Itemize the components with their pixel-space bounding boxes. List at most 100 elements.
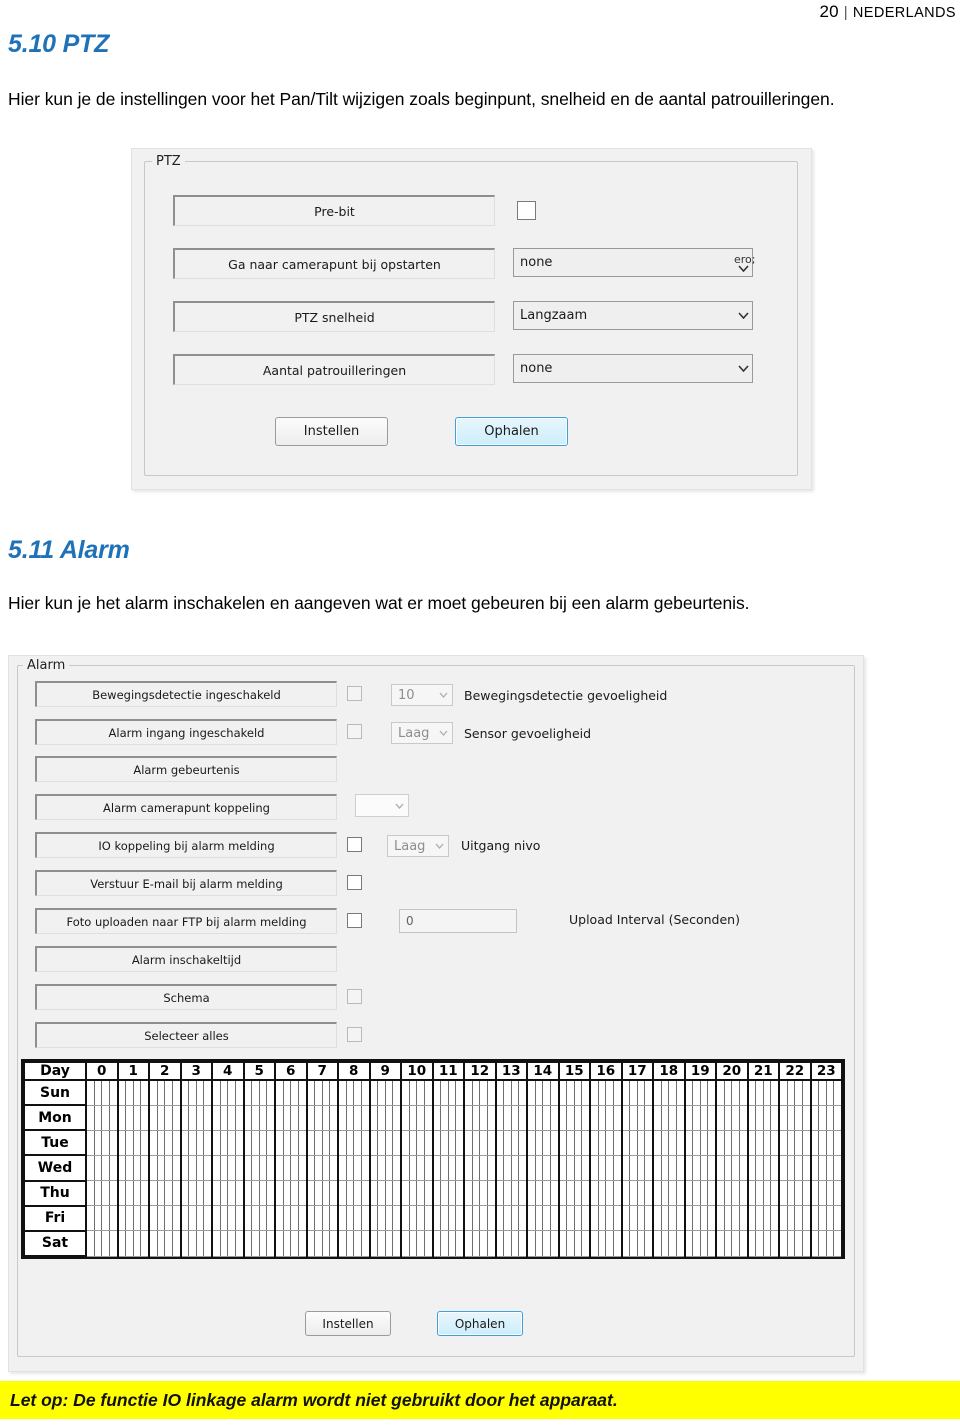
schedule-quarter-cell[interactable] [551, 1181, 558, 1205]
alarm-checkbox-ftp-upload[interactable] [347, 913, 362, 928]
schedule-quarter-cell[interactable] [330, 1081, 337, 1105]
schedule-hour-cell[interactable] [242, 1104, 276, 1131]
schedule-quarter-cell[interactable] [150, 1231, 158, 1256]
schedule-quarter-cell[interactable] [236, 1206, 243, 1230]
schedule-quarter-cell[interactable] [284, 1105, 292, 1130]
schedule-quarter-cell[interactable] [165, 1081, 173, 1105]
schedule-quarter-cell[interactable] [204, 1206, 211, 1230]
schedule-quarter-cell[interactable] [504, 1155, 512, 1181]
schedule-quarter-cell[interactable] [197, 1105, 205, 1130]
schedule-quarter-cell[interactable] [662, 1081, 670, 1105]
schedule-hour-cell[interactable] [305, 1205, 339, 1232]
schedule-quarter-cell[interactable] [654, 1206, 662, 1231]
schedule-hour-cell[interactable] [746, 1079, 780, 1106]
schedule-quarter-cell[interactable] [417, 1155, 425, 1181]
schedule-quarter-cell[interactable] [173, 1206, 180, 1230]
schedule-quarter-cell[interactable] [638, 1105, 646, 1130]
schedule-quarter-cell[interactable] [717, 1105, 725, 1130]
schedule-hour-cell[interactable] [85, 1129, 119, 1156]
schedule-quarter-cell[interactable] [519, 1231, 526, 1255]
schedule-hour-cell[interactable] [179, 1079, 213, 1106]
schedule-hour-cell[interactable] [431, 1079, 465, 1106]
schedule-hour-cell[interactable] [274, 1104, 308, 1131]
schedule-quarter-cell[interactable] [236, 1081, 243, 1105]
schedule-hour-cell[interactable] [463, 1079, 497, 1106]
schedule-quarter-cell[interactable] [803, 1206, 810, 1230]
schedule-quarter-cell[interactable] [591, 1105, 599, 1130]
schedule-quarter-cell[interactable] [771, 1156, 778, 1180]
schedule-hour-cell[interactable] [809, 1180, 843, 1207]
schedule-hour-cell[interactable] [85, 1205, 119, 1232]
schedule-hour-cell[interactable] [179, 1154, 213, 1182]
schedule-hour-cell[interactable] [494, 1205, 528, 1232]
schedule-quarter-cell[interactable] [614, 1231, 621, 1255]
alarm-label-alarm-event[interactable]: Alarm gebeurtenis [35, 756, 337, 782]
schedule-quarter-cell[interactable] [221, 1130, 229, 1155]
schedule-quarter-cell[interactable] [582, 1206, 589, 1230]
schedule-hour-cell[interactable] [431, 1154, 465, 1182]
schedule-quarter-cell[interactable] [110, 1206, 117, 1230]
schedule-quarter-cell[interactable] [788, 1181, 796, 1206]
schedule-quarter-cell[interactable] [465, 1105, 473, 1130]
schedule-quarter-cell[interactable] [260, 1130, 268, 1155]
schedule-quarter-cell[interactable] [330, 1156, 337, 1180]
schedule-table[interactable]: Day 0 1 2 3 4 5 6 7 8 9 10 11 12 13 14 15 16 17 18 19 20 21 22… [23, 1061, 843, 1258]
schedule-quarter-cell[interactable] [371, 1130, 379, 1155]
schedule-quarter-cell[interactable] [512, 1081, 520, 1105]
schedule-quarter-cell[interactable] [567, 1231, 575, 1256]
schedule-quarter-cell[interactable] [158, 1130, 166, 1155]
schedule-quarter-cell[interactable] [339, 1206, 347, 1231]
schedule-quarter-cell[interactable] [456, 1206, 463, 1230]
schedule-quarter-cell[interactable] [119, 1206, 127, 1231]
schedule-hour-cell[interactable] [148, 1154, 182, 1182]
schedule-day-row[interactable]: Tue [23, 1129, 843, 1157]
schedule-quarter-cell[interactable] [308, 1155, 316, 1181]
schedule-hour-cell[interactable] [305, 1180, 339, 1207]
schedule-quarter-cell[interactable] [221, 1081, 229, 1105]
schedule-quarter-cell[interactable] [567, 1155, 575, 1181]
schedule-quarter-cell[interactable] [819, 1155, 827, 1181]
schedule-quarter-cell[interactable] [252, 1105, 260, 1130]
schedule-quarter-cell[interactable] [725, 1081, 733, 1105]
schedule-quarter-cell[interactable] [582, 1156, 589, 1180]
schedule-quarter-cell[interactable] [528, 1231, 536, 1256]
schedule-quarter-cell[interactable] [95, 1206, 103, 1231]
schedule-quarter-cell[interactable] [158, 1155, 166, 1181]
schedule-quarter-cell[interactable] [488, 1206, 495, 1230]
schedule-quarter-cell[interactable] [434, 1081, 442, 1105]
schedule-quarter-cell[interactable] [795, 1181, 803, 1206]
schedule-quarter-cell[interactable] [717, 1155, 725, 1181]
schedule-quarter-cell[interactable] [410, 1130, 418, 1155]
schedule-hour-cell[interactable] [589, 1154, 623, 1182]
schedule-quarter-cell[interactable] [315, 1181, 323, 1206]
schedule-quarter-cell[interactable] [669, 1081, 677, 1105]
schedule-quarter-cell[interactable] [488, 1131, 495, 1155]
schedule-quarter-cell[interactable] [291, 1155, 299, 1181]
schedule-quarter-cell[interactable] [347, 1231, 355, 1256]
schedule-hour-cell[interactable] [211, 1205, 245, 1232]
schedule-quarter-cell[interactable] [134, 1206, 142, 1231]
schedule-quarter-cell[interactable] [441, 1181, 449, 1206]
schedule-quarter-cell[interactable] [197, 1130, 205, 1155]
schedule-hour-cell[interactable] [809, 1230, 843, 1257]
schedule-quarter-cell[interactable] [119, 1130, 127, 1155]
schedule-quarter-cell[interactable] [434, 1231, 442, 1256]
schedule-hour-cell[interactable] [337, 1180, 371, 1207]
schedule-quarter-cell[interactable] [725, 1130, 733, 1155]
schedule-quarter-cell[interactable] [330, 1106, 337, 1130]
schedule-quarter-cell[interactable] [834, 1181, 841, 1205]
schedule-quarter-cell[interactable] [315, 1130, 323, 1155]
schedule-quarter-cell[interactable] [693, 1081, 701, 1105]
schedule-quarter-cell[interactable] [267, 1081, 274, 1105]
schedule-quarter-cell[interactable] [119, 1105, 127, 1130]
schedule-quarter-cell[interactable] [519, 1206, 526, 1230]
ptz-combo-speed[interactable]: Langzaam [513, 301, 753, 330]
schedule-quarter-cell[interactable] [134, 1081, 142, 1105]
schedule-quarter-cell[interactable] [330, 1181, 337, 1205]
schedule-quarter-cell[interactable] [654, 1130, 662, 1155]
schedule-quarter-cell[interactable] [623, 1206, 631, 1231]
schedule-quarter-cell[interactable] [749, 1155, 757, 1181]
schedule-quarter-cell[interactable] [362, 1156, 369, 1180]
schedule-quarter-cell[interactable] [756, 1130, 764, 1155]
schedule-quarter-cell[interactable] [551, 1206, 558, 1230]
